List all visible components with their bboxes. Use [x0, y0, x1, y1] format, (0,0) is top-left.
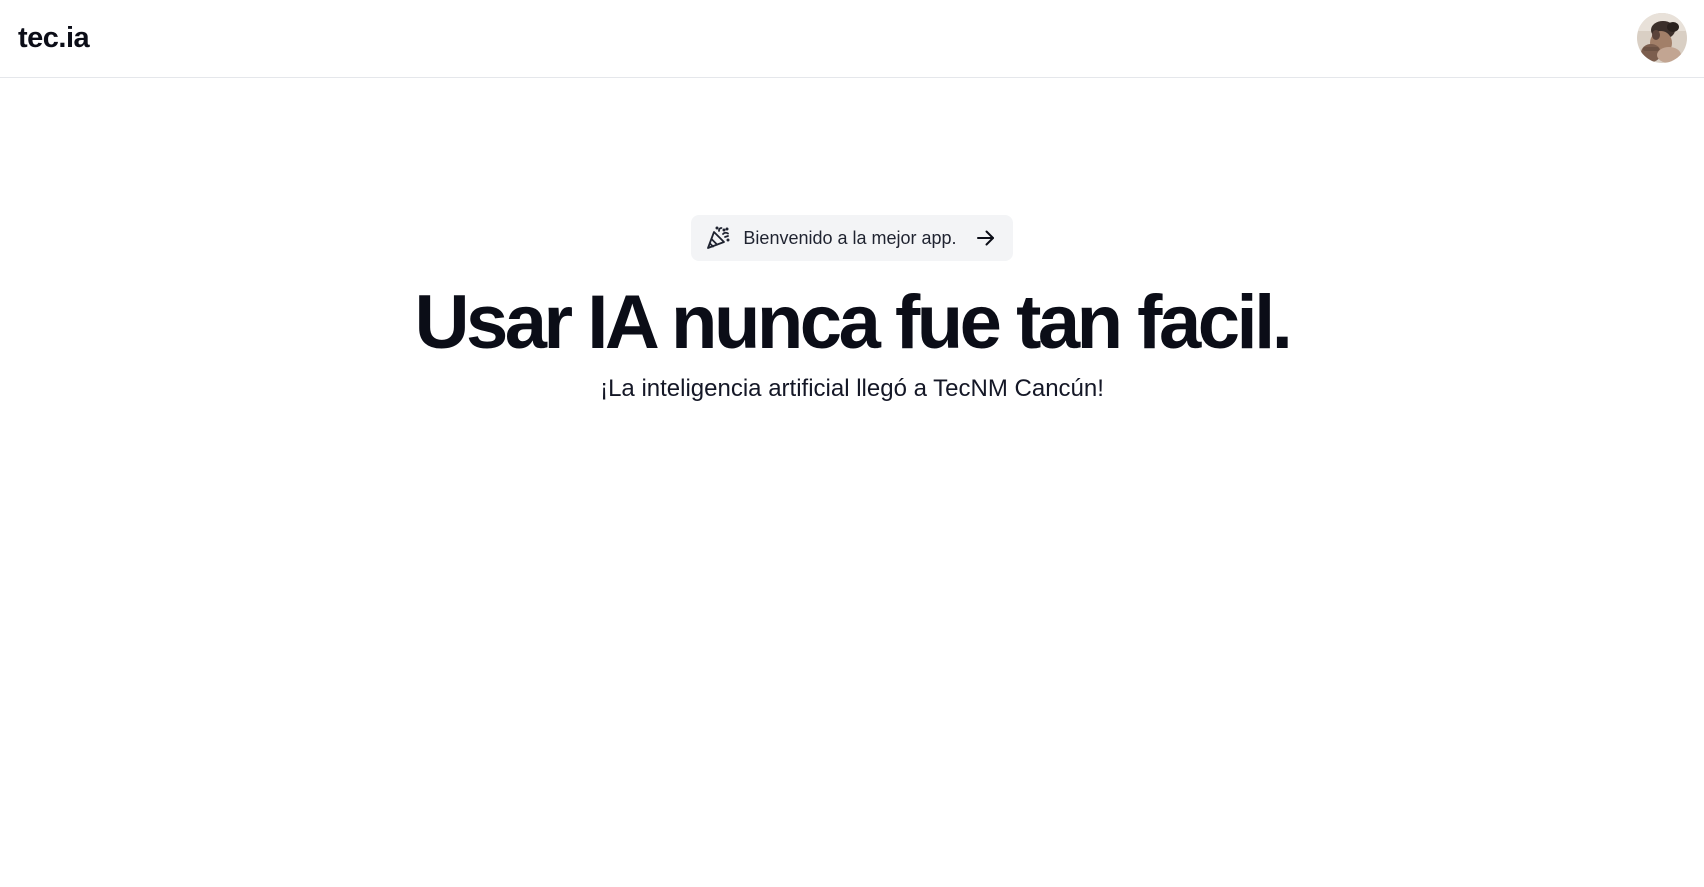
announcement-pill[interactable]: Bienvenido a la mejor app.	[691, 215, 1013, 261]
top-bar: tec.ia	[0, 0, 1704, 78]
hero-section: Bienvenido a la mejor app. Usar IA nunca…	[0, 215, 1704, 405]
announcement-label: Bienvenido a la mejor app.	[743, 228, 957, 248]
party-popper-icon	[705, 225, 731, 251]
page-title: Usar IA nunca fue tan facil.	[414, 280, 1293, 365]
arrow-right-icon	[975, 227, 997, 249]
page-subtitle: ¡La inteligencia artificial llegó a TecN…	[600, 375, 1104, 402]
user-avatar-icon[interactable]	[1637, 13, 1687, 63]
brand-logo[interactable]: tec.ia	[18, 20, 90, 56]
